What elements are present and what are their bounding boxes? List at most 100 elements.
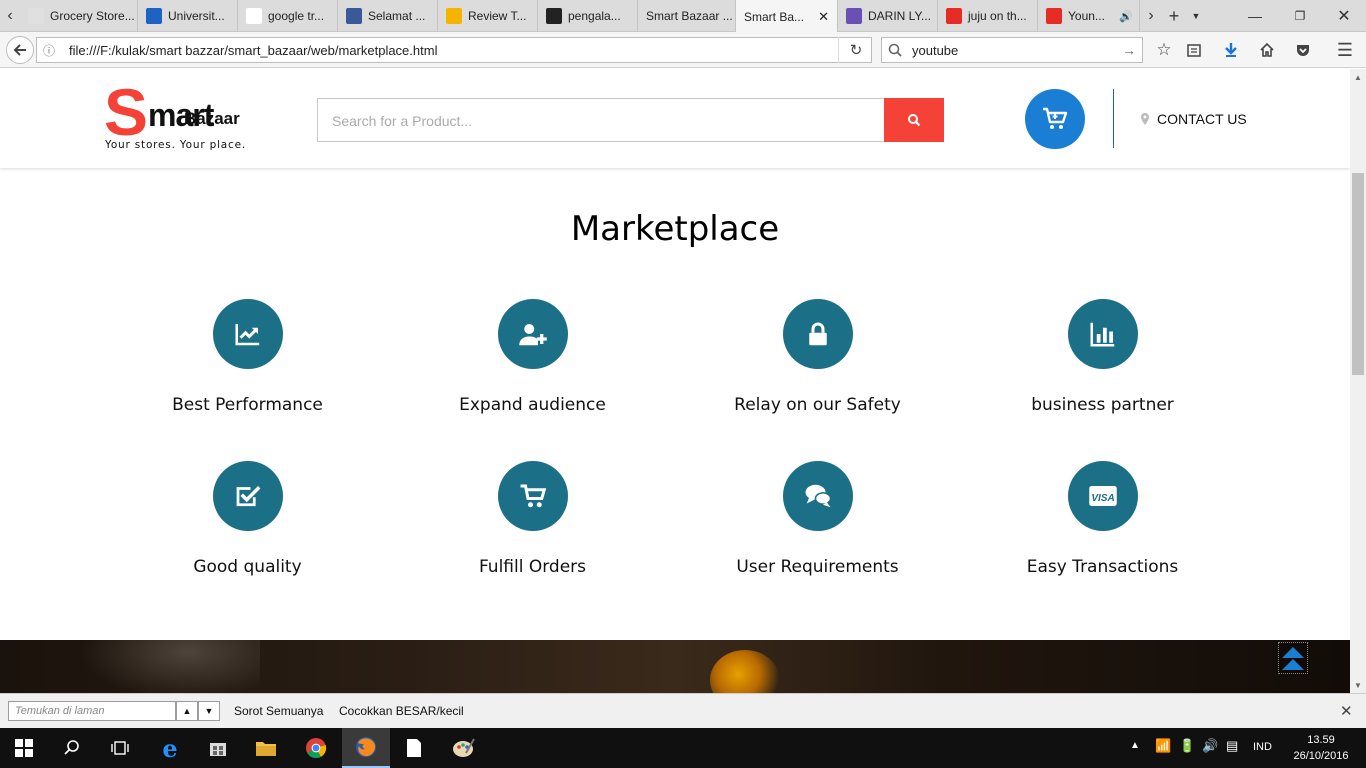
feature-icon-circle <box>497 461 568 531</box>
paint-icon[interactable] <box>440 728 488 768</box>
info-icon[interactable]: ⓘ <box>37 42 61 59</box>
scroll-to-top-button[interactable] <box>1278 642 1308 674</box>
page-scrollbar[interactable]: ▲ ▼ <box>1350 69 1366 693</box>
browser-tab[interactable]: Universit... <box>138 0 238 32</box>
find-next-icon[interactable]: ▼ <box>198 701 220 721</box>
feature-icon-circle <box>212 299 283 369</box>
hamburger-menu-icon[interactable]: ☰ <box>1332 37 1358 63</box>
store-icon[interactable] <box>194 728 242 768</box>
new-tab-icon[interactable]: + <box>1162 0 1186 32</box>
url-bar[interactable]: ⓘ file:///F:/kulak/smart bazzar/smart_ba… <box>36 37 872 63</box>
find-input[interactable]: Temukan di laman <box>8 701 176 721</box>
browser-tab-label: Selamat ... <box>368 9 426 23</box>
search-bar-text[interactable]: youtube <box>912 43 958 58</box>
task-view-icon[interactable] <box>96 728 144 768</box>
downloads-icon[interactable] <box>1218 37 1244 63</box>
youtube-icon <box>946 8 962 24</box>
close-window-icon[interactable]: ✕ <box>1322 0 1366 32</box>
scroll-down-arrow-icon[interactable]: ▼ <box>1350 677 1366 693</box>
browser-tab[interactable]: Youn... 🔊 <box>1038 0 1140 32</box>
house-icon <box>1260 42 1274 57</box>
volume-icon[interactable]: 🔊 <box>1202 738 1218 754</box>
match-case-toggle[interactable]: Cocokkan BESAR/kecil <box>339 704 464 718</box>
google-icon <box>246 8 262 24</box>
browser-tab[interactable]: google tr... <box>238 0 338 32</box>
close-tab-icon[interactable]: ✕ <box>818 9 829 25</box>
page-title: Marketplace <box>570 209 780 249</box>
highlight-all-toggle[interactable]: Sorot Semuanya <box>234 704 323 718</box>
scroll-tabs-left-icon[interactable]: ‹ <box>0 0 20 32</box>
store-bag-icon <box>210 743 226 756</box>
check-square-icon <box>236 486 260 507</box>
input-language[interactable]: IND <box>1253 741 1272 753</box>
browser-tab-label: juju on th... <box>968 9 1027 23</box>
firefox-icon[interactable] <box>342 728 390 768</box>
comments-icon <box>805 484 831 508</box>
chrome-logo-icon <box>306 738 327 759</box>
feature-label: Relay on our Safety <box>734 395 901 415</box>
bookmark-star-icon[interactable]: ☆ <box>1151 37 1177 63</box>
document-icon[interactable] <box>390 728 438 768</box>
browser-tab-strip: ‹ Grocery Store... Universit... google tr.… <box>0 0 1366 33</box>
browser-tab[interactable]: Smart Bazaar ... <box>638 0 736 32</box>
scrollbar-thumb[interactable] <box>1352 173 1364 375</box>
browser-tab[interactable]: juju on th... <box>938 0 1038 32</box>
site-header: S mart Bazaar Your stores. Your place. S… <box>0 69 1350 168</box>
logo-tagline: Your stores. Your place. <box>105 139 246 151</box>
feature-icon-circle: VISA <box>1067 461 1138 531</box>
feature-item: Fulfill Orders <box>390 461 675 577</box>
reload-icon[interactable]: ↻ <box>843 37 869 63</box>
pocket-icon[interactable] <box>1290 37 1316 63</box>
product-search-input[interactable]: Search for a Product... <box>317 98 885 142</box>
back-button[interactable] <box>6 36 34 64</box>
file-explorer-icon[interactable] <box>242 728 290 768</box>
tab-audio-icon[interactable]: 🔊 <box>1119 10 1133 23</box>
search-go-icon[interactable]: → <box>1122 42 1136 58</box>
contact-us-link[interactable]: CONTACT US <box>1140 111 1247 127</box>
browser-nav-bar: ⓘ file:///F:/kulak/smart bazzar/smart_ba… <box>0 32 1366 68</box>
shopping-cart-icon <box>520 484 546 508</box>
browser-tab[interactable]: Smart Ba... ✕ <box>736 0 838 33</box>
minimize-window-icon[interactable]: — <box>1232 0 1278 32</box>
cart-button[interactable] <box>1025 89 1085 149</box>
close-find-bar-icon[interactable]: ✕ <box>1340 702 1353 720</box>
blank-file-icon <box>407 739 421 757</box>
scroll-tabs-right-icon[interactable]: › <box>1140 0 1162 32</box>
browser-tab[interactable]: DARIN LY... <box>838 0 938 32</box>
restore-window-icon[interactable]: ❐ <box>1278 0 1322 32</box>
url-text[interactable]: file:///F:/kulak/smart bazzar/smart_baza… <box>69 43 437 58</box>
browser-tab-label: Review T... <box>468 9 527 23</box>
clock[interactable]: 13.59 26/10/2016 <box>1286 732 1356 764</box>
product-search-placeholder: Search for a Product... <box>332 113 473 129</box>
find-previous-icon[interactable]: ▲ <box>176 701 198 721</box>
search-bar[interactable]: youtube → <box>881 37 1143 63</box>
find-bar: Temukan di laman ▲ ▼ Sorot Semuanya Coco… <box>0 693 1366 728</box>
facebook-icon <box>346 8 362 24</box>
banner-image <box>0 640 1350 693</box>
youtube-icon <box>1046 8 1062 24</box>
chrome-icon[interactable] <box>292 728 340 768</box>
browser-tab[interactable]: Selamat ... <box>338 0 438 32</box>
home-icon[interactable] <box>1254 37 1280 63</box>
bookmarks-menu-icon[interactable] <box>1181 37 1207 63</box>
back-arrow-icon <box>13 44 26 56</box>
browser-tab[interactable]: Grocery Store... <box>20 0 138 32</box>
site-logo[interactable]: S mart Bazaar Your stores. Your place. <box>104 79 254 155</box>
battery-icon[interactable]: 🔋 <box>1179 738 1195 754</box>
edge-browser-icon[interactable]: e <box>146 728 194 768</box>
browser-tab[interactable]: pengala... <box>538 0 638 32</box>
scroll-up-arrow-icon[interactable]: ▲ <box>1350 69 1366 85</box>
network-icon[interactable]: 📶 <box>1155 738 1171 754</box>
list-tabs-icon[interactable]: ▼ <box>1186 0 1206 32</box>
az-icon <box>846 8 862 24</box>
notifications-icon[interactable]: ▤ <box>1226 738 1238 754</box>
double-chevron-up-icon <box>1282 647 1304 670</box>
browser-tab[interactable]: Review T... <box>438 0 538 32</box>
feature-label: Fulfill Orders <box>478 557 587 577</box>
product-search-button[interactable] <box>884 98 944 142</box>
windows-taskbar: e ▲ 📶 🔋 🔊 ▤ IND 13.59 26/10/2016 <box>0 728 1366 768</box>
lock-icon <box>808 322 827 346</box>
windows-start-icon[interactable] <box>0 728 48 768</box>
show-hidden-icons-icon[interactable]: ▲ <box>1130 740 1140 751</box>
taskbar-search-icon[interactable] <box>48 728 96 768</box>
